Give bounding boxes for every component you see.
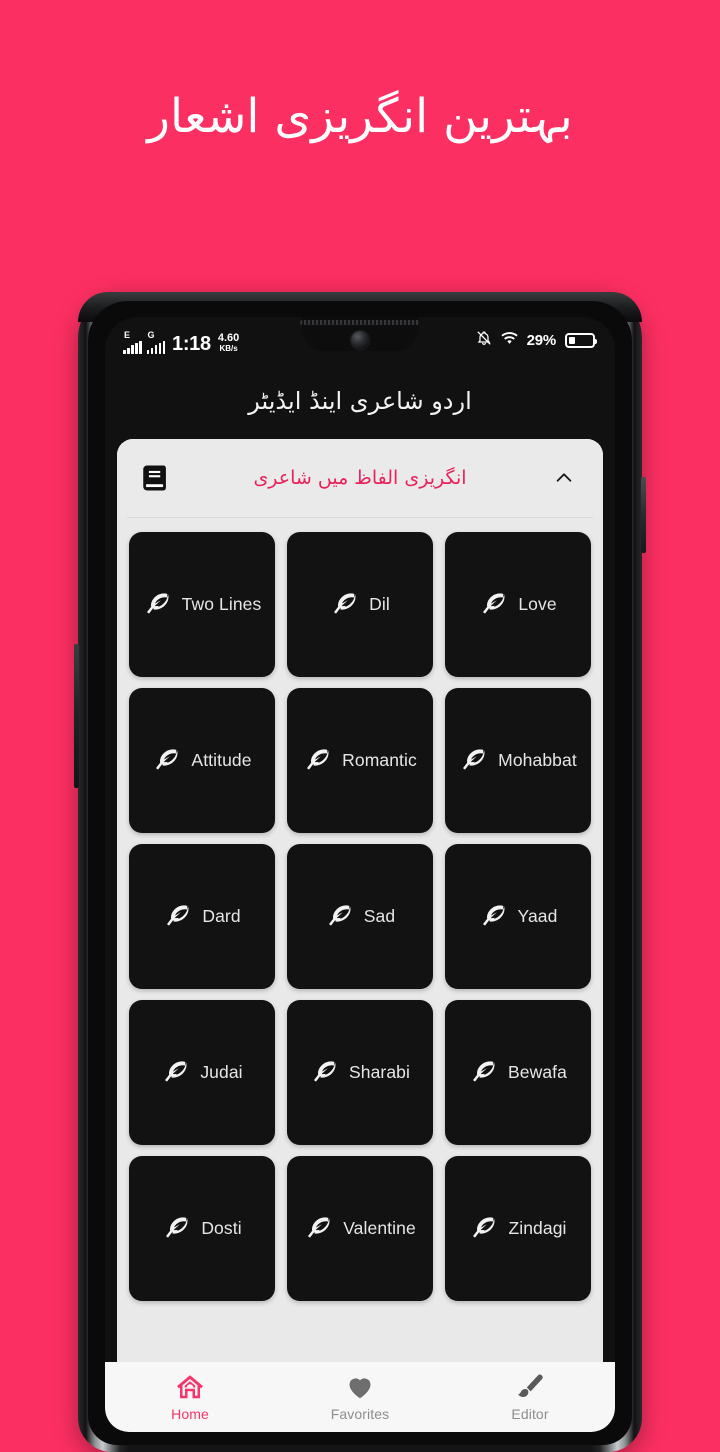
category-tile[interactable]: Love: [445, 532, 591, 677]
category-title: انگریزی الفاظ میں شاعری: [253, 467, 467, 489]
app-title: اردو شاعری اینڈ ایڈیٹر: [248, 387, 472, 415]
category-tile-label: Sad: [363, 906, 396, 926]
category-tile-label: Judai: [200, 1062, 243, 1082]
status-bar: E G 1:18 4.60 KB/s 29%: [105, 317, 615, 363]
feather-icon: [304, 1214, 334, 1244]
app-title-bar: اردو شاعری اینڈ ایڈیٹر: [105, 363, 615, 439]
nav-item-editor[interactable]: Editor: [445, 1372, 615, 1422]
feather-icon: [325, 902, 355, 932]
signal-strength-2: G: [146, 330, 165, 354]
feather-icon: [143, 590, 173, 620]
category-tile[interactable]: Attitude: [129, 688, 275, 833]
category-tile-label: Yaad: [517, 906, 558, 926]
power-button[interactable]: [641, 477, 646, 553]
category-tile[interactable]: Mohabbat: [445, 688, 591, 833]
category-tile[interactable]: Sharabi: [287, 1000, 433, 1145]
wifi-icon: [500, 331, 518, 350]
nav-item-favorites[interactable]: Favorites: [275, 1372, 445, 1422]
network-speed-value: 4.60: [217, 332, 240, 344]
promo-headline: بہترین انگریزی اشعار: [147, 89, 573, 144]
feather-icon: [479, 590, 509, 620]
network-speed-indicator: 4.60 KB/s: [218, 333, 239, 353]
feather-icon: [162, 1214, 192, 1244]
category-header[interactable]: انگریزی الفاظ میں شاعری: [117, 439, 603, 517]
category-tile[interactable]: Bewafa: [445, 1000, 591, 1145]
status-bar-right: 29%: [476, 330, 597, 351]
category-tile[interactable]: Sad: [287, 844, 433, 989]
category-tile[interactable]: Zindagi: [445, 1156, 591, 1301]
status-bar-left: E G 1:18 4.60 KB/s: [123, 326, 239, 354]
category-tile-label: Dosti: [201, 1218, 242, 1238]
network-type-label-1: E: [124, 330, 131, 340]
phone-bezel: E G 1:18 4.60 KB/s 29% اردو شاعری اینڈ ا…: [88, 301, 632, 1445]
feather-icon: [479, 902, 509, 932]
category-tile[interactable]: Romantic: [287, 688, 433, 833]
bottom-navigation-bar: Home Favorites Editor: [105, 1362, 615, 1432]
category-tile-label: Romantic: [342, 750, 417, 770]
status-bar-clock: 1:18: [172, 333, 211, 355]
category-tile-label: Dil: [369, 594, 390, 614]
battery-icon: [565, 332, 597, 348]
category-tile-label: Two Lines: [181, 594, 262, 614]
category-tile-label: Bewafa: [508, 1062, 567, 1082]
signal-bars-icon-1: [123, 341, 142, 354]
category-tile-label: Zindagi: [508, 1218, 567, 1238]
category-tile-label: Mohabbat: [498, 750, 577, 770]
heart-icon: [345, 1372, 375, 1402]
category-tile-label: Dard: [202, 906, 241, 926]
category-tile[interactable]: Valentine: [287, 1156, 433, 1301]
brush-icon: [515, 1372, 545, 1402]
battery-percentage: 29%: [526, 331, 557, 349]
category-tile[interactable]: Judai: [129, 1000, 275, 1145]
category-tile[interactable]: Yaad: [445, 844, 591, 989]
feather-icon: [163, 902, 193, 932]
volume-button[interactable]: [74, 644, 79, 788]
network-type-label-2: G: [147, 330, 155, 340]
category-tile-label: Love: [518, 594, 557, 614]
category-tile[interactable]: Dard: [129, 844, 275, 989]
feather-icon: [303, 746, 333, 776]
category-tile-grid: Two Lines Dil Love Attitude Romantic Mohabbat…: [117, 518, 603, 1313]
feather-icon: [330, 590, 360, 620]
category-tile-label: Valentine: [343, 1218, 416, 1238]
bell-off-icon: [476, 330, 492, 351]
book-icon: [139, 461, 173, 495]
nav-label-home: Home: [171, 1406, 209, 1422]
category-tile[interactable]: Dil: [287, 532, 433, 677]
category-tile-label: Sharabi: [348, 1062, 411, 1082]
chevron-up-icon[interactable]: [547, 461, 581, 495]
signal-strength-1: E: [123, 330, 142, 354]
home-icon: [175, 1372, 205, 1402]
phone-mockup: E G 1:18 4.60 KB/s 29% اردو شاعری اینڈ ا…: [74, 292, 646, 1452]
category-tile[interactable]: Dosti: [129, 1156, 275, 1301]
feather-icon: [469, 1214, 499, 1244]
feather-icon: [459, 746, 489, 776]
feather-icon: [161, 1058, 191, 1088]
feather-icon: [469, 1058, 499, 1088]
network-speed-unit: KB/s: [219, 344, 238, 353]
phone-screen: E G 1:18 4.60 KB/s 29% اردو شاعری اینڈ ا…: [105, 317, 615, 1432]
nav-label-favorites: Favorites: [330, 1406, 390, 1422]
nav-item-home[interactable]: Home: [105, 1372, 275, 1422]
feather-icon: [310, 1058, 340, 1088]
feather-icon: [152, 746, 182, 776]
category-tile[interactable]: Two Lines: [129, 532, 275, 677]
signal-bars-icon-2: [146, 341, 165, 354]
content-sheet: انگریزی الفاظ میں شاعری Two Lines Dil Love…: [117, 439, 603, 1366]
category-tile-label: Attitude: [191, 750, 252, 770]
nav-label-editor: Editor: [511, 1406, 549, 1422]
